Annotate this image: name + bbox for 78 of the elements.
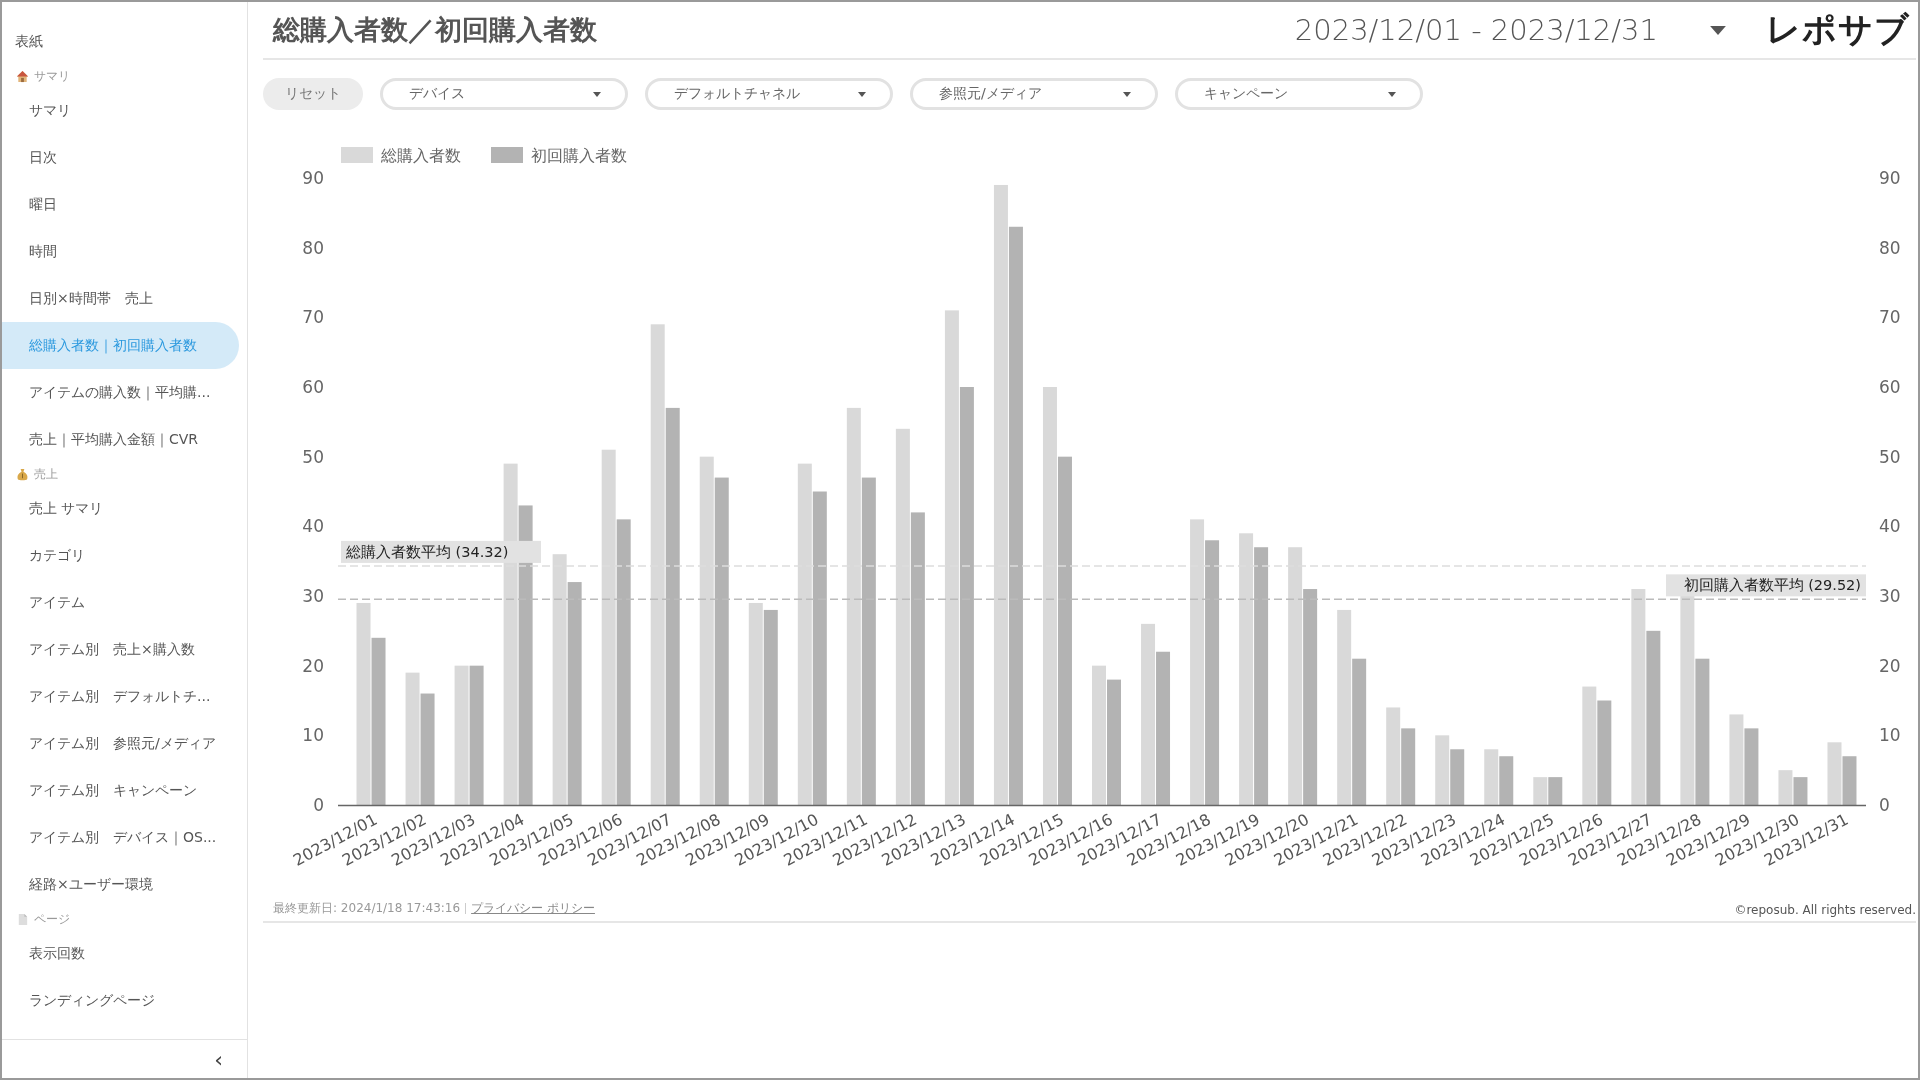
axis-tick-label: 0 xyxy=(313,795,324,815)
section-heading: サマリ xyxy=(34,67,70,85)
axis-tick-label: 10 xyxy=(302,725,324,746)
money-bag-icon xyxy=(16,467,29,481)
axis-tick-label: 90 xyxy=(302,168,324,188)
legend-label: 総購入者数 xyxy=(381,146,461,165)
axis-tick-label: 40 xyxy=(302,516,324,537)
reset-button[interactable]: リセット xyxy=(263,78,363,110)
filter-dropdown[interactable]: デバイス xyxy=(380,78,628,110)
page-title: 総購入者数／初回購入者数 xyxy=(273,13,597,47)
caret-icon xyxy=(1123,91,1131,97)
legend-label: 初回購入者数 xyxy=(531,146,627,165)
sidebar-item[interactable]: 表紙 xyxy=(2,18,225,65)
sidebar-item[interactable]: アイテム xyxy=(2,579,239,626)
average-label: 初回購入者数平均 (29.52) xyxy=(1666,574,1866,597)
axis-tick-label: 20 xyxy=(1879,655,1901,676)
sidebar-item[interactable]: サマリ xyxy=(2,87,239,134)
filter-dropdown[interactable]: デフォルトチャネル xyxy=(645,78,893,110)
sidebar-item[interactable]: 曜日 xyxy=(2,181,239,228)
axis-tick-label: 30 xyxy=(1879,586,1901,606)
axis-tick-label: 40 xyxy=(1879,516,1901,537)
sidebar-item[interactable]: 売上｜平均購入金額｜CVR xyxy=(2,416,239,463)
bar xyxy=(1499,756,1514,805)
section-heading: 売上 xyxy=(34,465,58,483)
axis-tick-label: 60 xyxy=(302,377,324,397)
caret-icon xyxy=(858,91,866,97)
axis-tick-label: 10 xyxy=(1879,725,1901,746)
sidebar-item[interactable]: 日別×時間帯 売上 xyxy=(2,275,239,322)
caret-icon xyxy=(1710,25,1726,35)
bar xyxy=(1842,756,1857,805)
ref-line-label: 総購入者数平均 (34.32) xyxy=(345,543,509,560)
bar xyxy=(1484,749,1499,805)
axis-tick-label: 60 xyxy=(1879,377,1901,397)
collapse-button[interactable]: ‹ xyxy=(210,1046,227,1072)
average-label: 総購入者数平均 (34.32) xyxy=(341,540,541,563)
privacy-policy-link[interactable]: プライバシー ポリシー xyxy=(471,900,595,917)
sidebar-item[interactable]: カテゴリ xyxy=(2,532,239,579)
sidebar-item[interactable]: 時間 xyxy=(2,228,239,275)
bar xyxy=(1450,749,1465,805)
bar xyxy=(1827,742,1842,805)
house-icon xyxy=(16,69,29,83)
sidebar-item[interactable]: ランディングページ xyxy=(2,977,239,1024)
date-range-picker[interactable]: 2023/12/01 - 2023/12/31 xyxy=(1294,13,1726,47)
sidebar-item[interactable]: 日次 xyxy=(2,134,239,181)
sidebar-item[interactable]: アイテム別 売上×購入数 xyxy=(2,626,239,673)
bar xyxy=(1778,770,1793,805)
axis-tick-label: 30 xyxy=(302,586,324,606)
section-heading: ページ xyxy=(34,910,70,928)
last-updated-text: 最終更新日: 2024/1/18 17:43:16 xyxy=(273,900,461,917)
caret-icon xyxy=(593,91,601,97)
sidebar-item[interactable]: 経路×ユーザー環境 xyxy=(2,861,239,908)
axis-tick-label: 80 xyxy=(302,237,324,258)
bar xyxy=(1435,735,1450,805)
bar xyxy=(1548,777,1563,805)
copyright-text: ©reposub. All rights reserved. xyxy=(1734,903,1916,917)
axis-tick-label: 80 xyxy=(1879,237,1901,258)
document-icon xyxy=(16,912,29,926)
sidebar-item[interactable]: アイテムの購入数｜平均購... xyxy=(2,369,239,416)
sidebar-item[interactable]: アイテム別 デバイス｜OS... xyxy=(2,814,239,861)
axis-tick-label: 0 xyxy=(1879,795,1890,815)
sidebar-item[interactable]: 表示回数 xyxy=(2,930,239,977)
caret-icon xyxy=(1388,91,1396,97)
axis-tick-label: 50 xyxy=(302,446,324,467)
logo: レポサブ xyxy=(1766,8,1910,51)
sidebar-item[interactable]: アイテム別 参照元/メディア xyxy=(2,720,239,767)
bar xyxy=(1793,777,1808,805)
axis-tick-label: 90 xyxy=(1879,168,1901,188)
axis-tick-label: 50 xyxy=(1879,446,1901,467)
sidebar-item[interactable]: アイテム別 キャンペーン xyxy=(2,767,239,814)
bar xyxy=(1533,777,1548,805)
axis-tick-label: 70 xyxy=(302,307,324,328)
ref-line-label: 初回購入者数平均 (29.52) xyxy=(1683,577,1861,594)
axis-tick-label: 70 xyxy=(1879,307,1901,328)
axis-tick-label: 20 xyxy=(302,655,324,676)
filter-dropdown[interactable]: 参照元/メディア xyxy=(910,78,1158,110)
sidebar-item[interactable]: アイテム別 デフォルトチ... xyxy=(2,673,239,720)
sidebar-item[interactable]: 売上 サマリ xyxy=(2,485,239,532)
filter-dropdown[interactable]: キャンペーン xyxy=(1175,78,1423,110)
